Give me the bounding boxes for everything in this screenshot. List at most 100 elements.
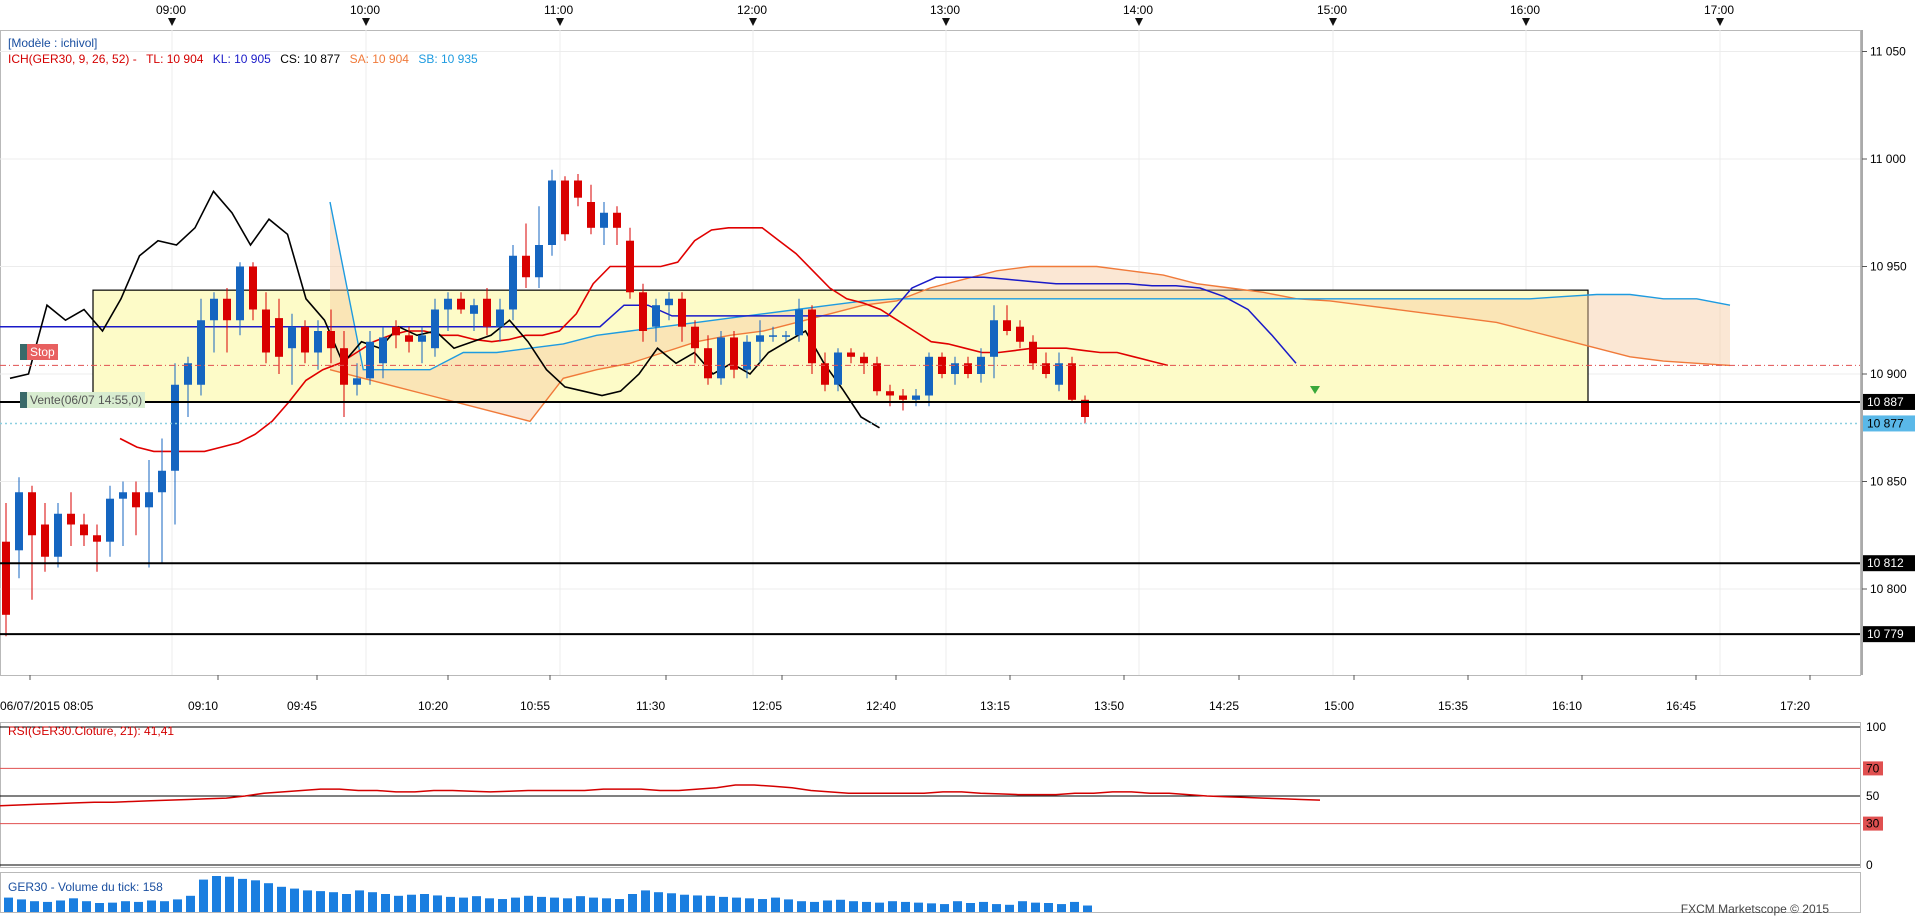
sell-order-tag[interactable]: Vente(06/07 14:55,0) — [20, 392, 146, 408]
rsi-panel-frame — [0, 722, 1861, 868]
bottom-time-label: 16:10 — [1552, 699, 1582, 713]
volume-bar — [706, 895, 715, 912]
bottom-time-label: 17:20 — [1780, 699, 1810, 713]
candle-body — [860, 356, 868, 364]
volume-bar — [4, 897, 13, 912]
rsi-level-label: 50 — [1866, 789, 1880, 803]
candle-body — [548, 180, 556, 245]
volume-bar — [719, 896, 728, 912]
volume-bar — [95, 903, 104, 912]
candle-body — [210, 298, 218, 321]
candle-body — [80, 524, 88, 536]
volume-bar — [602, 898, 611, 912]
candle-body — [275, 318, 283, 357]
current-price-label: 10 877 — [1867, 416, 1904, 430]
top-time-label: 11:00 — [544, 3, 573, 17]
candle-body — [1068, 363, 1076, 400]
top-time-label: 14:00 — [1123, 3, 1153, 17]
volume-bar — [849, 901, 858, 912]
top-time-label: 12:00 — [737, 3, 767, 17]
candle-body — [600, 212, 608, 228]
volume-bar — [225, 876, 234, 912]
top-time-label: 16:00 — [1510, 3, 1540, 17]
candle-body — [873, 363, 881, 392]
candle-body — [626, 240, 634, 293]
candle-body — [613, 212, 621, 228]
candle-body — [1003, 320, 1011, 331]
ichimoku-cs: CS: 10 877 — [280, 52, 341, 66]
candle-body — [223, 298, 231, 321]
volume-bar — [784, 899, 793, 912]
candle-body — [249, 266, 257, 310]
volume-bar — [381, 894, 390, 912]
volume-bar — [732, 897, 741, 912]
volume-bar — [563, 898, 572, 912]
stop-order-tag[interactable]: Stop — [20, 344, 58, 360]
volume-bar — [1005, 904, 1014, 912]
candle-body — [535, 245, 543, 278]
candle-body — [665, 298, 673, 306]
volume-bar — [667, 893, 676, 912]
ichimoku-legend: ICH(GER30, 9, 26, 52) - TL: 10 904 KL: 1… — [8, 52, 478, 66]
top-time-label: 13:00 — [930, 3, 960, 17]
volume-bar — [914, 902, 923, 912]
candle-body — [288, 326, 296, 349]
candle-body — [93, 535, 101, 542]
volume-bar — [524, 895, 533, 912]
volume-bar — [433, 895, 442, 912]
volume-bar — [758, 899, 767, 912]
volume-bar — [498, 899, 507, 912]
candle-body — [574, 180, 582, 198]
level-price-label: 10 887 — [1867, 395, 1904, 409]
price-tick-label: 11 050 — [1870, 45, 1906, 59]
candle-body — [756, 335, 764, 342]
rsi-level-label: 30 — [1866, 817, 1880, 831]
volume-bar — [1057, 904, 1066, 912]
candle-body — [119, 492, 127, 499]
top-time-marker — [749, 18, 757, 26]
candle-body — [1016, 326, 1024, 342]
candle-body — [184, 363, 192, 385]
volume-bar — [966, 903, 975, 912]
bottom-time-label: 14:25 — [1209, 699, 1239, 713]
candle-body — [964, 363, 972, 374]
candle-body — [1042, 363, 1050, 374]
candle-body — [470, 305, 478, 314]
candle-body — [327, 331, 335, 349]
bottom-time-label: 10:55 — [520, 699, 550, 713]
volume-bar — [316, 891, 325, 912]
candle-body — [67, 513, 75, 525]
footer-credit: FXCM Marketscope © 2015 — [1680, 902, 1829, 916]
candle-body — [808, 309, 816, 364]
price-tick-label: 10 850 — [1870, 475, 1907, 489]
price-tick-label: 10 900 — [1870, 367, 1907, 381]
bottom-time-label: 06/07/2015 08:05 — [0, 699, 94, 713]
volume-bar — [550, 897, 559, 912]
volume-bar — [69, 898, 78, 912]
volume-bar — [680, 894, 689, 912]
volume-bar — [992, 904, 1001, 912]
candle-body — [587, 202, 595, 228]
volume-bar — [134, 901, 143, 912]
volume-bar — [654, 892, 663, 912]
candle-body — [106, 498, 114, 542]
volume-bar — [30, 901, 39, 912]
volume-bar — [43, 901, 52, 912]
candle-body — [15, 492, 23, 551]
volume-bar — [745, 898, 754, 912]
top-time-marker — [556, 18, 564, 26]
candle-body — [769, 335, 777, 337]
candle-body — [236, 266, 244, 321]
volume-bar — [797, 901, 806, 912]
candle-body — [171, 384, 179, 471]
volume-bar — [940, 904, 949, 912]
volume-bar — [641, 890, 650, 912]
candle-body — [340, 348, 348, 385]
volume-bar — [979, 901, 988, 912]
top-time-marker — [362, 18, 370, 26]
volume-bar — [290, 888, 299, 912]
volume-bar — [264, 883, 273, 912]
candle-body — [834, 352, 842, 385]
volume-bar — [836, 899, 845, 912]
top-time-label: 09:00 — [156, 3, 186, 17]
